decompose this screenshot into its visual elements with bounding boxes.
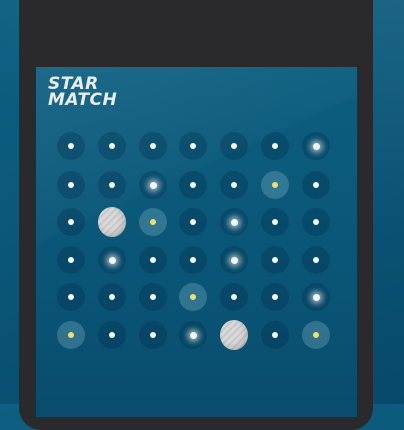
grid-cell-r6-c3[interactable] [139,321,167,349]
star-icon [313,182,319,188]
grid-cell-r2-c6[interactable] [261,171,289,199]
grid-cell-r1-c2[interactable] [98,132,126,160]
star-icon [272,332,278,338]
glowing-star-icon [108,256,116,264]
star-icon [272,143,278,149]
grid-cell-r6-c6[interactable] [261,321,289,349]
grid-cell-r1-c5[interactable] [220,132,248,160]
star-icon [68,294,74,300]
grid-cell-r6-c7[interactable] [302,321,330,349]
grid-cell-r5-c2[interactable] [98,283,126,311]
grid-cell-r3-c5[interactable] [220,208,248,236]
grid-cell-r1-c4[interactable] [179,132,207,160]
star-icon [150,332,156,338]
star-icon [68,257,74,263]
star-grid [36,67,357,417]
grid-cell-r4-c6[interactable] [261,246,289,274]
grid-cell-r5-c4[interactable] [179,283,207,311]
star-icon [272,219,278,225]
star-icon [109,182,115,188]
star-icon [150,294,156,300]
glowing-star-icon [149,181,157,189]
glowing-star-icon [312,142,320,150]
star-icon [109,332,115,338]
grid-cell-r5-c1[interactable] [57,283,85,311]
grid-cell-r3-c1[interactable] [57,208,85,236]
glowing-star-icon [230,256,238,264]
grid-cell-r1-c3[interactable] [139,132,167,160]
grid-cell-r5-c6[interactable] [261,283,289,311]
star-icon [68,219,74,225]
grid-cell-r2-c2[interactable] [98,171,126,199]
glowing-star-icon [230,218,238,226]
grid-cell-r6-c4[interactable] [179,321,207,349]
star-icon [190,219,196,225]
grid-cell-r4-c3[interactable] [139,246,167,274]
star-icon [272,257,278,263]
grid-cell-r4-c1[interactable] [57,246,85,274]
grid-cell-r5-c7[interactable] [302,283,330,311]
grid-cell-r1-c7[interactable] [302,132,330,160]
yellow-star-icon [68,332,74,338]
glowing-star-icon [312,293,320,301]
star-icon [190,143,196,149]
yellow-star-icon [272,182,278,188]
grid-cell-r4-c5[interactable] [220,246,248,274]
grid-cell-r1-c6[interactable] [261,132,289,160]
moon-icon [220,320,248,350]
grid-cell-r4-c4[interactable] [179,246,207,274]
grid-cell-r2-c1[interactable] [57,171,85,199]
grid-cell-r3-c7[interactable] [302,208,330,236]
moon-icon [98,207,126,237]
star-icon [68,182,74,188]
star-icon [313,219,319,225]
grid-cell-r3-c3[interactable] [139,208,167,236]
grid-cell-r3-c4[interactable] [179,208,207,236]
glowing-star-icon [189,331,197,339]
grid-cell-r6-c5[interactable] [220,320,248,350]
grid-cell-r6-c2[interactable] [98,321,126,349]
star-icon [231,182,237,188]
star-icon [231,143,237,149]
star-icon [231,294,237,300]
star-icon [68,143,74,149]
grid-cell-r2-c4[interactable] [179,171,207,199]
grid-cell-r2-c3[interactable] [139,171,167,199]
grid-cell-r4-c2[interactable] [98,246,126,274]
grid-cell-r6-c1[interactable] [57,321,85,349]
grid-cell-r4-c7[interactable] [302,246,330,274]
grid-cell-r2-c5[interactable] [220,171,248,199]
star-icon [150,257,156,263]
grid-cell-r3-c2[interactable] [98,207,126,237]
grid-cell-r5-c5[interactable] [220,283,248,311]
grid-cell-r3-c6[interactable] [261,208,289,236]
star-icon [272,294,278,300]
star-icon [150,143,156,149]
yellow-star-icon [190,294,196,300]
star-icon [109,294,115,300]
yellow-star-icon [313,332,319,338]
star-icon [109,143,115,149]
yellow-star-icon [150,219,156,225]
game-screen: STAR MATCH [36,67,357,417]
star-icon [190,182,196,188]
star-icon [190,257,196,263]
grid-cell-r5-c3[interactable] [139,283,167,311]
grid-cell-r1-c1[interactable] [57,132,85,160]
grid-cell-r2-c7[interactable] [302,171,330,199]
star-icon [313,257,319,263]
